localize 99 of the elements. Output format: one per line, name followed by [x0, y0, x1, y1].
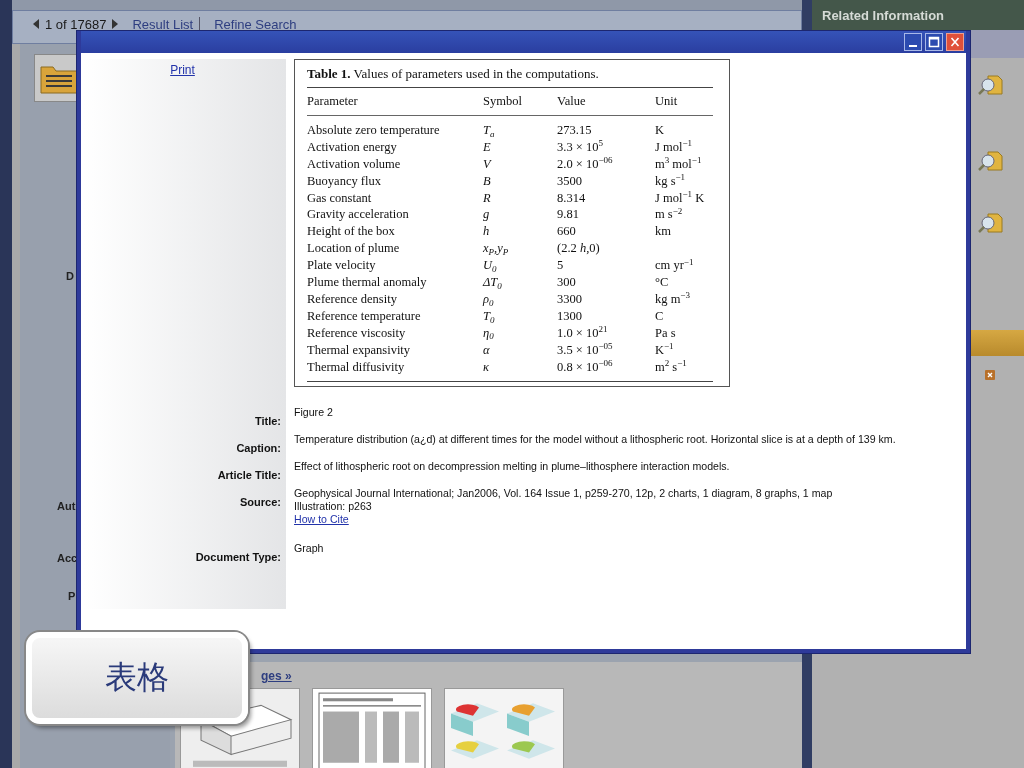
- badge-label: 表格: [105, 657, 169, 698]
- table-cell: 3.5 × 10$^{−05}$: [557, 342, 613, 357]
- table-cell: cm yr$^{−1}$: [655, 258, 694, 273]
- field-label: Aut: [57, 500, 76, 512]
- table-cell: kg s$^{−1}$: [655, 173, 686, 188]
- field-label: Article Title:: [217, 469, 281, 481]
- minimize-button[interactable]: [904, 33, 922, 51]
- table-cell: R: [483, 190, 491, 205]
- table-cell: α: [483, 342, 490, 357]
- table-cell: 2.0 × 10$^{−06}$: [557, 156, 613, 171]
- field-label: Document Type:: [195, 551, 281, 563]
- cite-link[interactable]: How to Cite: [294, 513, 349, 526]
- document-search-icon[interactable]: [978, 150, 1004, 172]
- table-cell: 660: [557, 224, 576, 239]
- table-cell: Reference viscosity: [307, 325, 406, 340]
- nav-link[interactable]: Result List: [132, 16, 194, 32]
- maximize-button[interactable]: [925, 33, 943, 51]
- result-position: 1 of 17687: [45, 16, 107, 32]
- next-icon[interactable]: [112, 19, 119, 29]
- table-cell: C: [655, 308, 664, 323]
- close-icon[interactable]: [985, 370, 995, 380]
- table-cell: ΔT$_{0}$: [483, 275, 502, 290]
- table-cell: 8.314: [557, 190, 586, 205]
- field-label: Caption:: [236, 442, 281, 454]
- minimize-icon: [909, 45, 917, 47]
- table-cell: K$^{−1}$: [655, 342, 674, 357]
- previous-icon[interactable]: [33, 19, 39, 29]
- table-cell: Activation energy: [307, 139, 397, 154]
- table-cell: kg m$^{−3}$: [655, 291, 690, 306]
- table-cell: Pa s: [655, 325, 676, 340]
- table-cell: 3.3 × 10$^{5}$: [557, 139, 603, 154]
- field-value: Graph: [294, 542, 325, 555]
- maximize-icon: [927, 35, 941, 49]
- table-cell: η$_{0}$: [483, 325, 494, 340]
- images-link[interactable]: ges »: [261, 669, 292, 683]
- table-cell: Reference temperature: [307, 308, 421, 323]
- table-cell: ρ$_{0}$: [483, 291, 494, 306]
- table-cell: 5: [557, 258, 564, 273]
- field-label: D: [66, 270, 74, 282]
- table-cell: km: [655, 224, 671, 239]
- table-cell: 1300: [557, 308, 582, 323]
- table-cell: K: [655, 122, 665, 137]
- column-header: Unit: [655, 88, 713, 116]
- table-cell: g: [483, 207, 490, 222]
- table-cell: °C: [655, 275, 669, 290]
- nav-link[interactable]: Refine Search: [214, 16, 297, 32]
- table-cell: 273.15: [557, 122, 592, 137]
- field-value: Illustration: p263: [294, 500, 373, 513]
- column-header: Parameter: [307, 88, 483, 116]
- table-cell: 9.81: [557, 207, 579, 222]
- table-cell: Plume thermal anomaly: [307, 275, 427, 290]
- field-label: Source:: [240, 496, 281, 508]
- table-cell: Absolute zero temperature: [307, 122, 440, 137]
- field-label: P: [68, 590, 76, 602]
- table-cell: x$_{P}$,y$_{P}$: [483, 241, 509, 256]
- close-button[interactable]: [946, 33, 964, 51]
- print-link[interactable]: Print: [170, 63, 195, 77]
- field-value: Geophysical Journal International; Jan2006, Vol. 164 Issue 1, p259-270, 12p, 2 charts, 1 diagram, 8 graphs, 1 map: [294, 487, 834, 500]
- table-cell: J mol$^{−1}$ K: [655, 190, 705, 205]
- table-cell: Gravity acceleration: [307, 207, 409, 222]
- table-cell: T$_{0}$: [483, 308, 495, 323]
- table-cell: Reference density: [307, 291, 397, 306]
- column-header: Symbol: [483, 88, 557, 116]
- table-cell: Height of the box: [307, 224, 395, 239]
- document-search-icon[interactable]: [978, 212, 1004, 234]
- field-value: Effect of lithospheric root on decompression melting in plume–lithosphere interaction models.: [294, 460, 731, 473]
- table-cell: 1.0 × 10$^{21}$: [557, 325, 608, 340]
- table-cell: Plate velocity: [307, 258, 376, 273]
- table-cell: 300: [557, 275, 576, 290]
- field-value: Figure 2: [294, 406, 334, 419]
- column-header: Value: [557, 88, 655, 116]
- close-icon: [948, 35, 962, 49]
- table-cell: 0.8 × 10$^{−06}$: [557, 359, 613, 374]
- field-label: Title:: [254, 415, 281, 427]
- table-cell: m s$^{−2}$: [655, 207, 683, 222]
- table-cell: (2.2 h,0): [557, 241, 600, 256]
- table-cell: m$^{3}$ mol$^{−1}$: [655, 156, 702, 171]
- table-cell: Gas constant: [307, 190, 372, 205]
- table-cell: T$_{a}$: [483, 122, 495, 137]
- table-cell: κ: [483, 359, 489, 374]
- field-label: Acc: [57, 552, 78, 564]
- document-search-icon[interactable]: [978, 74, 1004, 96]
- table-cell: Thermal diffusivity: [307, 359, 405, 374]
- table-cell: Buoyancy flux: [307, 173, 381, 188]
- table-cell: J mol$^{−1}$: [655, 139, 692, 154]
- panel-title: Related Information: [822, 7, 945, 23]
- table-cell: B: [483, 173, 491, 188]
- table-cell: 3300: [557, 291, 582, 306]
- table-cell: 3500: [557, 173, 582, 188]
- table-cell: E: [483, 139, 491, 154]
- table-cell: Location of plume: [307, 241, 400, 256]
- table-cell: Activation volume: [307, 156, 401, 171]
- table-cell: h: [483, 224, 490, 239]
- table-cell: V: [483, 156, 491, 171]
- table-cell: U$_{0}$: [483, 258, 497, 273]
- field-value: Temperature distribution (a¿d) at different times for the model without a lithospheric root. Horizontal slice is at a depth of 139 km.: [294, 433, 897, 446]
- table-cell: Thermal expansivity: [307, 342, 411, 357]
- table-cell: m$^{2}$ s$^{−1}$: [655, 359, 687, 374]
- table-caption: Table 1. Values of parameters used in the computations.: [307, 66, 713, 88]
